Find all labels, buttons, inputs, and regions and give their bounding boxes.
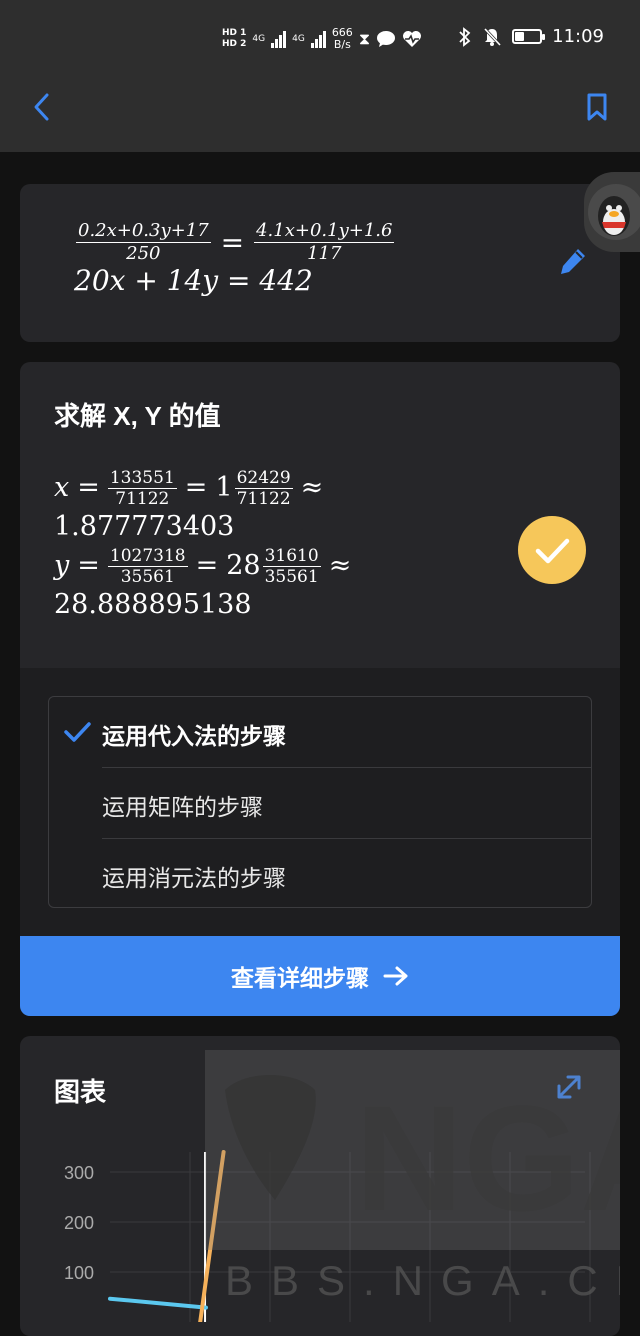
status-bar: HD 1 HD 2 4G 4G 666 B/s ⧗ 11:09 — [0, 0, 640, 78]
x-whole: 1 — [215, 472, 233, 503]
x-numerator: 133551 — [107, 467, 177, 489]
chat-bubble-icon — [377, 31, 396, 47]
back-arrow-icon[interactable] — [28, 92, 58, 122]
equation-line-1: 0.2x+0.3y+17 250 = 4.1x+0.1y+1.6 117 — [76, 220, 395, 265]
y-equals: = — [77, 550, 100, 581]
x-mixed-numerator: 62429 — [234, 467, 293, 489]
bell-muted-icon — [484, 27, 502, 46]
hd-indicator: HD 1 HD 2 — [222, 28, 246, 50]
y-denominator: 35561 — [120, 566, 175, 587]
selected-check-icon — [64, 722, 91, 742]
method-section: 运用代入法的步骤 运用矩阵的步骤 运用消元法的步骤 — [20, 668, 620, 936]
bluetooth-icon — [459, 26, 471, 47]
y-decimal: 28.888895138 — [54, 589, 252, 620]
function-graph[interactable]: 300 200 100 — [20, 1132, 620, 1322]
verified-check-badge — [518, 516, 586, 584]
equation-right-denominator: 117 — [307, 243, 342, 264]
equation-line-2: 20x + 14y = 442 — [74, 264, 313, 297]
solution-y-row: y = 1027318 35561 = 28 31610 35561 ≈ — [54, 545, 352, 587]
x-variable: x — [54, 472, 70, 503]
solution-lines: x = 133551 71122 = 1 62429 71122 ≈ 1.877… — [54, 468, 351, 624]
equals-sign: = — [220, 226, 245, 259]
x-mixed-denominator: 71122 — [236, 488, 291, 509]
view-detailed-steps-button[interactable]: 查看详细步骤 — [20, 936, 620, 1016]
method-item-substitution[interactable]: 运用代入法的步骤 — [49, 697, 590, 767]
solution-x-row: x = 133551 71122 = 1 62429 71122 ≈ — [54, 467, 351, 509]
arrow-right-icon — [383, 966, 408, 986]
y-tick-label: 200 — [64, 1213, 94, 1233]
floating-avatar[interactable] — [584, 172, 640, 252]
heart-pulse-icon — [403, 31, 422, 47]
signal-icon-1 — [271, 30, 287, 48]
y-tick-label: 300 — [64, 1163, 94, 1183]
app-bar — [0, 78, 640, 152]
hd1-label: HD 1 — [222, 28, 247, 38]
battery-icon — [512, 29, 546, 44]
y-mixed-denominator: 35561 — [264, 566, 319, 587]
y-approx: ≈ — [328, 550, 352, 581]
chart-title: 图表 — [54, 1077, 107, 1107]
equation-card: 0.2x+0.3y+17 250 = 4.1x+0.1y+1.6 117 20x… — [20, 184, 620, 342]
signal-icon-2 — [310, 30, 326, 48]
method-item-matrix[interactable]: 运用矩阵的步骤 — [49, 768, 590, 838]
status-icons: HD 1 HD 2 4G 4G 666 B/s ⧗ — [222, 22, 422, 56]
network-label-1: 4G — [252, 34, 266, 44]
method-label-elimination: 运用消元法的步骤 — [102, 866, 286, 892]
y-mixed-numerator: 31610 — [262, 545, 321, 567]
hd2-label: HD 2 — [222, 39, 247, 49]
solution-title: 求解 X, Y 的值 — [54, 401, 221, 431]
y-whole: 28 — [226, 550, 261, 581]
bookmark-icon[interactable] — [582, 92, 612, 122]
x-denominator: 71122 — [115, 488, 170, 509]
checkmark-icon — [535, 538, 570, 564]
network-label-2: 4G — [292, 34, 305, 44]
penguin-icon — [588, 184, 640, 240]
equation-right-fraction: 4.1x+0.1y+1.6 117 — [254, 220, 395, 265]
battery-fill — [515, 32, 525, 41]
y-equals-2: = — [195, 550, 219, 581]
method-label-substitution: 运用代入法的步骤 — [102, 724, 286, 750]
x-equals-2: = — [184, 472, 208, 503]
status-right: 11:09 — [458, 26, 604, 47]
x-approx: ≈ — [300, 472, 324, 503]
y-variable: y — [54, 550, 70, 581]
y-mixed-fraction: 31610 35561 — [262, 545, 321, 587]
y-fraction: 1027318 35561 — [107, 545, 188, 587]
y-numerator: 1027318 — [107, 545, 188, 567]
pencil-icon[interactable] — [558, 246, 588, 276]
net-speed: 666 B/s — [332, 27, 353, 51]
series-line-1 — [108, 1296, 208, 1310]
x-decimal: 1.877773403 — [54, 511, 235, 542]
x-equals: = — [77, 472, 100, 503]
x-fraction: 133551 71122 — [107, 467, 177, 509]
series-line-2 — [198, 1150, 226, 1322]
hourglass-icon: ⧗ — [358, 29, 371, 48]
y-tick-label: 100 — [64, 1263, 94, 1283]
equation-right-numerator: 4.1x+0.1y+1.6 — [254, 220, 395, 243]
expand-icon[interactable] — [554, 1072, 584, 1102]
method-item-elimination[interactable]: 运用消元法的步骤 — [49, 839, 590, 909]
solution-card: 求解 X, Y 的值 x = 133551 71122 = 1 62429 71… — [20, 362, 620, 1016]
net-speed-unit: B/s — [333, 38, 351, 51]
method-list: 运用代入法的步骤 运用矩阵的步骤 运用消元法的步骤 — [48, 696, 592, 908]
equation-left-numerator: 0.2x+0.3y+17 — [76, 220, 211, 243]
equation-left-fraction: 0.2x+0.3y+17 250 — [76, 220, 211, 265]
clock: 11:09 — [552, 26, 604, 47]
equation-left-denominator: 250 — [126, 243, 161, 264]
chart-card: 图表 300 200 100 — [20, 1036, 620, 1336]
method-label-matrix: 运用矩阵的步骤 — [102, 795, 263, 821]
x-mixed-fraction: 62429 71122 — [234, 467, 293, 509]
view-detailed-steps-label: 查看详细步骤 — [231, 966, 369, 992]
